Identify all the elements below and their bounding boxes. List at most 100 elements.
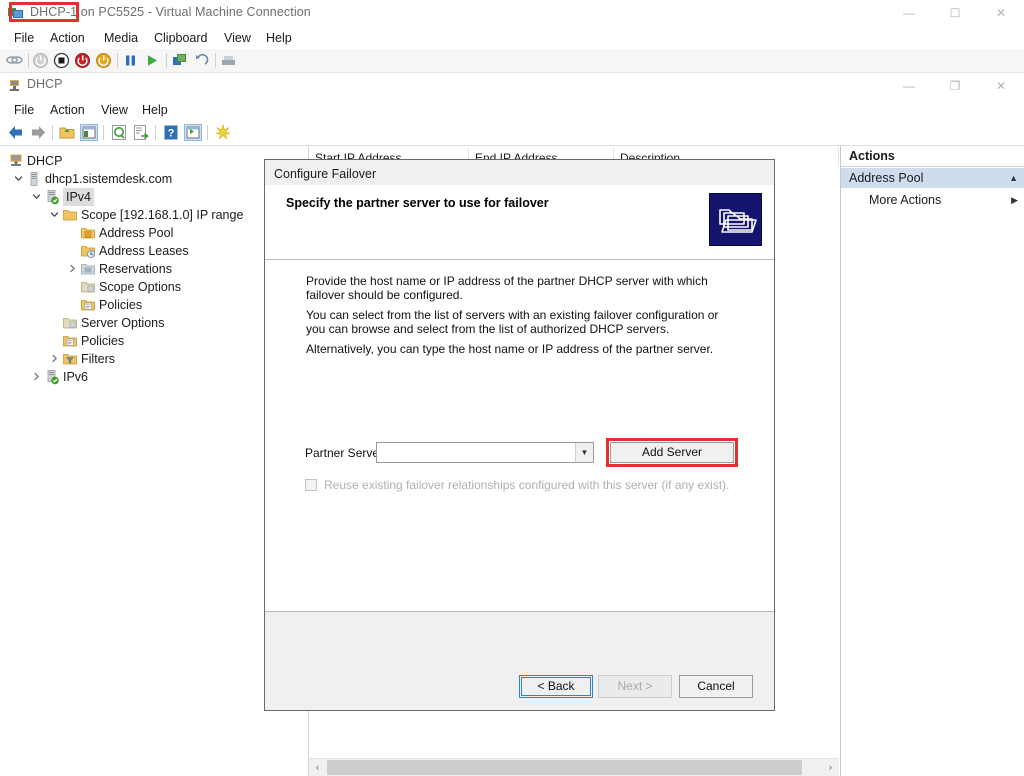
- vm-close-button[interactable]: ✕: [978, 0, 1024, 27]
- actions-pane-header: Actions: [841, 146, 1024, 167]
- tree-item-dhcp[interactable]: DHCP: [0, 152, 308, 170]
- reuse-relationships-label: Reuse existing failover relationships co…: [324, 478, 730, 492]
- tree-item-scope-options[interactable]: Scope Options: [0, 278, 308, 296]
- tree-item-label: Scope [192.168.1.0] IP range: [81, 208, 244, 222]
- tree-item-label: Policies: [99, 298, 143, 312]
- tree-item-address-leases[interactable]: Address Leases: [0, 242, 308, 260]
- scroll-left-arrow[interactable]: ‹: [309, 759, 326, 776]
- dhcp-toolbar: ?: [0, 120, 1024, 146]
- chevron-right-icon[interactable]: [31, 368, 42, 386]
- chevron-down-icon[interactable]: [31, 188, 42, 206]
- insert-integration-disk-icon[interactable]: [220, 52, 237, 69]
- tree-item-reservations[interactable]: Reservations: [0, 260, 308, 278]
- tree-item-policies[interactable]: Policies: [0, 332, 308, 350]
- tree-item-filters[interactable]: Filters: [0, 350, 308, 368]
- vm-menu-help[interactable]: Help: [262, 29, 296, 47]
- revert-icon[interactable]: [193, 52, 210, 69]
- new-scope-icon[interactable]: [214, 123, 232, 141]
- scope-options-icon: [80, 279, 96, 295]
- collapse-chevron-up-icon[interactable]: ▲: [1009, 168, 1018, 188]
- refresh-icon[interactable]: [110, 124, 128, 141]
- svg-text:?: ?: [168, 128, 175, 140]
- dhcp-restore-button[interactable]: ❐: [932, 73, 978, 100]
- reservations-icon: [80, 261, 96, 277]
- vm-menubar: File Action Media Clipboard View Help: [0, 27, 1024, 49]
- vm-minimize-button[interactable]: —: [886, 0, 932, 27]
- dhcp-titlebar: DHCP — ❐ ✕: [0, 73, 1024, 98]
- dhcp-menu-view[interactable]: View: [97, 101, 132, 119]
- show-hide-console-tree-icon[interactable]: [80, 124, 98, 141]
- forward-arrow-icon[interactable]: [29, 124, 47, 141]
- dialog-footer: < Back Next > Cancel: [265, 661, 774, 710]
- scope-folder-icon: [62, 207, 78, 223]
- actions-group-label: Address Pool: [849, 171, 924, 185]
- dhcp-title-text: DHCP: [27, 77, 63, 91]
- tree-item-scope-192-168-1-0-ip-range[interactable]: Scope [192.168.1.0] IP range: [0, 206, 308, 224]
- toolbar-separator: [117, 53, 118, 68]
- connect-icon[interactable]: [6, 52, 23, 69]
- start-icon[interactable]: [95, 52, 112, 69]
- help-icon[interactable]: ?: [162, 124, 180, 141]
- toolbar-separator: [155, 125, 156, 140]
- tree-item-label: dhcp1.sistemdesk.com: [45, 172, 173, 186]
- chevron-right-icon[interactable]: [49, 350, 60, 368]
- turn-off-icon[interactable]: [53, 52, 70, 69]
- tree-item-label: Policies: [81, 334, 125, 348]
- actions-group-address-pool[interactable]: Address Pool ▲: [841, 168, 1024, 188]
- tree-item-label: DHCP: [27, 154, 63, 168]
- submenu-chevron-right-icon[interactable]: ▶: [1011, 190, 1018, 210]
- filters-icon: [62, 351, 78, 367]
- shutdown-icon[interactable]: [32, 52, 49, 69]
- tree-item-dhcp1-sistemdesk-com[interactable]: dhcp1.sistemdesk.com: [0, 170, 308, 188]
- dhcp-minimize-button[interactable]: —: [886, 73, 932, 100]
- properties-icon[interactable]: [184, 124, 202, 141]
- tree-item-label: IPv4: [63, 188, 95, 206]
- chevron-down-icon[interactable]: [49, 206, 60, 224]
- console-tree-pane[interactable]: DHCP dhcp1.sistemdesk.com IPv4 Scope [192.1…: [0, 146, 309, 776]
- chevron-down-icon[interactable]: ▼: [575, 443, 593, 462]
- tree-item-address-pool[interactable]: Address Pool: [0, 224, 308, 242]
- chevron-down-icon[interactable]: [13, 170, 24, 188]
- scrollbar-thumb[interactable]: [327, 760, 802, 775]
- ipv6-icon: [44, 369, 60, 385]
- export-list-icon[interactable]: [132, 124, 150, 141]
- dialog-body: Provide the host name or IP address of t…: [265, 260, 774, 612]
- vm-menu-view[interactable]: View: [220, 29, 255, 47]
- dhcp-menu-action[interactable]: Action: [46, 101, 89, 119]
- tree-item-label: Scope Options: [99, 280, 181, 294]
- partner-server-combobox[interactable]: ▼: [376, 442, 594, 463]
- server-icon: [26, 171, 42, 187]
- vm-menu-clipboard[interactable]: Clipboard: [150, 29, 212, 47]
- vm-menu-media[interactable]: Media: [100, 29, 142, 47]
- back-arrow-icon[interactable]: [7, 124, 25, 141]
- ipv4-icon: [44, 189, 60, 205]
- back-button[interactable]: < Back: [519, 675, 593, 698]
- horizontal-scrollbar[interactable]: ‹ ›: [309, 758, 839, 776]
- tree-item-label: Filters: [81, 352, 116, 366]
- chevron-right-icon[interactable]: [67, 260, 78, 278]
- reuse-relationships-row: Reuse existing failover relationships co…: [305, 478, 730, 494]
- dhcp-menu-help[interactable]: Help: [138, 101, 172, 119]
- annotation-box-add-server: [606, 438, 738, 467]
- stop-icon[interactable]: [74, 52, 91, 69]
- tree-item-policies[interactable]: Policies: [0, 296, 308, 314]
- resume-icon[interactable]: [144, 52, 161, 69]
- dhcp-menu-file[interactable]: File: [10, 101, 38, 119]
- vm-menu-action[interactable]: Action: [46, 29, 89, 47]
- cancel-button[interactable]: Cancel: [679, 675, 753, 698]
- vm-menu-file[interactable]: File: [10, 29, 38, 47]
- pause-icon[interactable]: [122, 52, 139, 69]
- tree-item-ipv4[interactable]: IPv4: [0, 188, 308, 206]
- action-item-label: More Actions: [869, 193, 942, 207]
- tree-item-server-options[interactable]: Server Options: [0, 314, 308, 332]
- scroll-right-arrow[interactable]: ›: [822, 759, 839, 776]
- action-item-more-actions[interactable]: More Actions ▶: [841, 190, 1024, 210]
- checkpoint-icon[interactable]: [171, 52, 188, 69]
- vm-maximize-button[interactable]: ☐: [932, 0, 978, 27]
- toolbar-separator: [207, 125, 208, 140]
- dhcp-close-button[interactable]: ✕: [978, 73, 1024, 100]
- tree-item-ipv6[interactable]: IPv6: [0, 368, 308, 386]
- tree-item-label: IPv6: [63, 370, 89, 384]
- dhcp-icon: [7, 78, 22, 93]
- up-one-level-icon[interactable]: [58, 124, 76, 141]
